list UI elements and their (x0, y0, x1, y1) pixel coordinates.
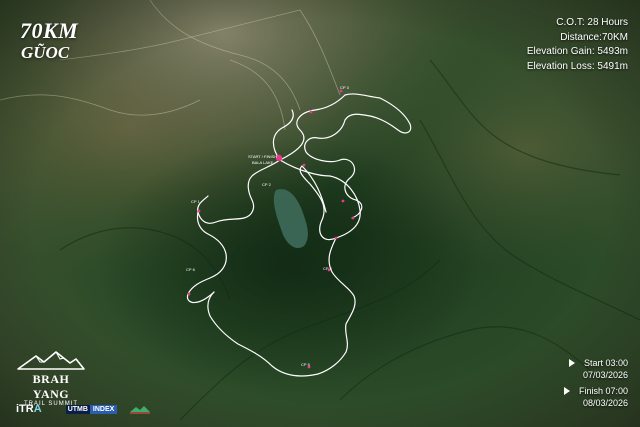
race-schedule: Start 03:00 07/03/2026 Finish 07:00 08/0… (563, 357, 628, 409)
race-distance-title: 70KM (20, 18, 79, 43)
itra-logo: iTRA (16, 403, 42, 415)
start-time: Start 03:00 (583, 358, 628, 368)
brand-logo: BRAH YANG TRAIL SUMMIT (14, 350, 88, 407)
cot-stat: C.O.T: 28 Hours (556, 17, 628, 28)
mountain-icon (17, 351, 85, 370)
utmb-index-logo: UTMB INDEX (65, 404, 118, 414)
trail-map: START / FINISH BALA LAKE CP 2 CP 3 CP 4 … (0, 0, 640, 427)
elevation-loss-stat: Elevation Loss: 5491m (526, 60, 628, 72)
elevation-gain-stat: Elevation Gain: 5493m (526, 46, 628, 57)
partner-logo-icon (130, 406, 151, 414)
partner-logos: iTRA UTMB INDEX (16, 402, 151, 416)
finish-date: 08/03/2026 (582, 398, 628, 408)
brand-name: BRAH YANG (32, 372, 70, 401)
race-name-subtitle: GŨOC (21, 43, 70, 62)
play-arrow-icon (563, 387, 570, 395)
distance-stat: Distance:70KM (560, 31, 628, 43)
race-stats: C.O.T: 28 Hours Distance:70KM Elevation … (527, 16, 628, 74)
finish-time: Finish 07:00 (578, 386, 628, 396)
play-arrow-icon (568, 359, 575, 367)
start-date: 07/03/2026 (582, 370, 628, 380)
